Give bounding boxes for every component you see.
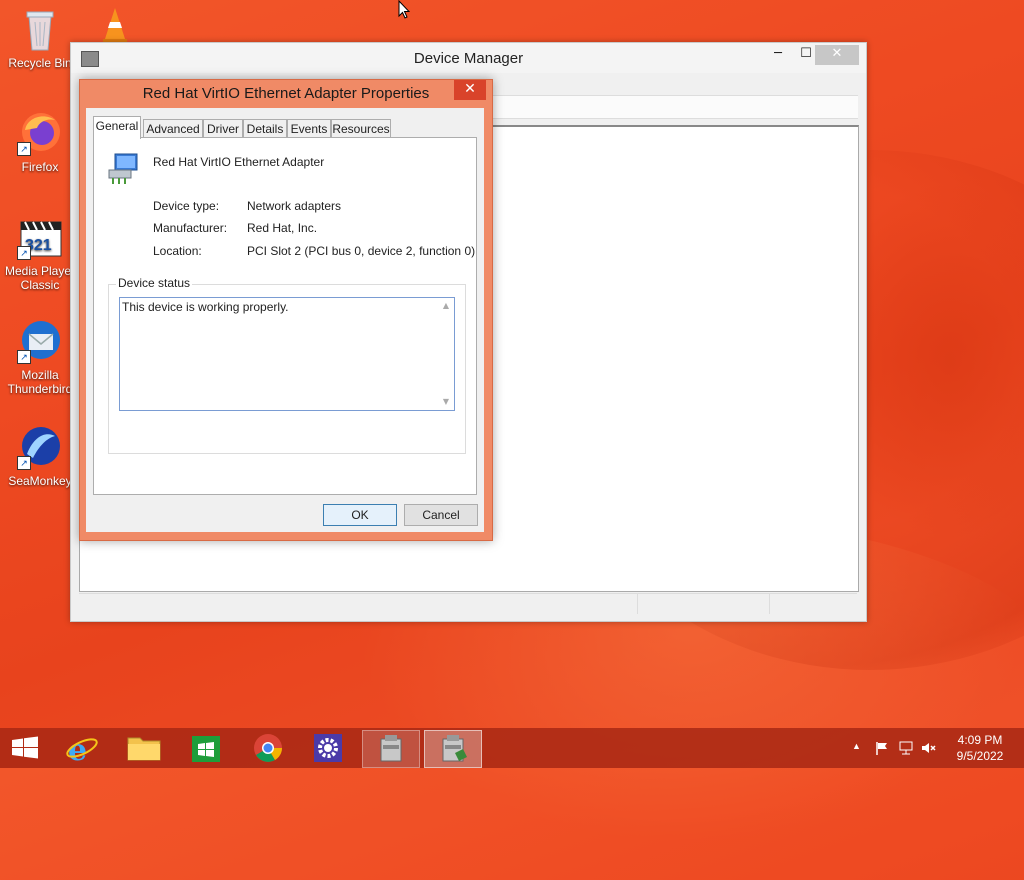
device-type-value: Network adapters bbox=[247, 199, 342, 213]
shortcut-arrow-icon: ↗ bbox=[17, 246, 31, 260]
desktop-icon-seamonkey[interactable]: ↗ SeaMonkey bbox=[4, 424, 76, 488]
shortcut-arrow-icon: ↗ bbox=[17, 456, 31, 470]
clock-time: 4:09 PM bbox=[957, 733, 1003, 747]
media-player-classic-icon: 321 ↗ bbox=[17, 214, 63, 260]
desktop-icon-label: Recycle Bin bbox=[8, 56, 72, 70]
taskbar-chrome[interactable] bbox=[240, 730, 296, 766]
desktop-icon-thunderbird[interactable]: ↗ Mozilla Thunderbird bbox=[4, 318, 76, 396]
taskbar-settings[interactable] bbox=[300, 730, 356, 766]
folder-icon bbox=[127, 737, 161, 761]
desktop-icon-label: Firefox bbox=[21, 160, 59, 174]
tab-resources[interactable]: Resources bbox=[331, 119, 391, 138]
window-title: Device Manager bbox=[413, 50, 524, 67]
manufacturer-value: Red Hat, Inc. bbox=[247, 221, 318, 235]
taskbar-internet-explorer[interactable]: e bbox=[54, 730, 110, 768]
start-button[interactable] bbox=[0, 730, 50, 766]
device-status-textbox[interactable]: This device is working properly. ▲ ▼ bbox=[119, 297, 455, 411]
desktop-icon-media-player-classic[interactable]: 321 ↗ Media Player Classic bbox=[4, 214, 76, 292]
dialog-body: General Advanced Driver Details Events R… bbox=[86, 108, 484, 532]
properties-dialog: Red Hat VirtIO Ethernet Adapter Properti… bbox=[79, 79, 493, 541]
ok-button[interactable]: OK bbox=[323, 504, 397, 526]
clock-date: 9/5/2022 bbox=[956, 749, 1004, 763]
taskbar-device-manager[interactable] bbox=[362, 730, 420, 768]
chrome-icon bbox=[254, 734, 282, 762]
minimize-button[interactable]: ─ bbox=[765, 45, 791, 65]
show-hidden-icons-icon[interactable]: ▲ bbox=[852, 741, 861, 751]
firefox-icon: ↗ bbox=[17, 110, 63, 156]
scroll-down-icon[interactable]: ▼ bbox=[441, 397, 451, 407]
status-bar bbox=[79, 593, 857, 616]
device-name: Red Hat VirtIO Ethernet Adapter bbox=[153, 155, 325, 169]
device-type-label: Device type: bbox=[153, 199, 220, 213]
location-value: PCI Slot 2 (PCI bus 0, device 2, functio… bbox=[247, 244, 476, 258]
tab-events[interactable]: Events bbox=[287, 119, 331, 138]
network-icon[interactable] bbox=[898, 740, 914, 756]
network-adapter-icon bbox=[107, 152, 141, 186]
taskbar-device-manager-properties[interactable] bbox=[424, 730, 482, 768]
location-label: Location: bbox=[153, 244, 202, 258]
taskbar-file-explorer[interactable] bbox=[116, 730, 172, 766]
taskbar: e ▲ 4:09 PM 9/5/2022 bbox=[0, 728, 1024, 768]
mouse-cursor bbox=[398, 0, 410, 19]
manufacturer-label: Manufacturer: bbox=[153, 221, 228, 235]
device-status-label: Device status bbox=[116, 276, 193, 290]
tab-advanced[interactable]: Advanced bbox=[143, 119, 203, 138]
device-manager-titlebar[interactable]: Device Manager ─ ☐ ✕ bbox=[71, 43, 866, 73]
desktop-icon-label: Media Player Classic bbox=[4, 264, 76, 292]
taskbar-store[interactable] bbox=[178, 730, 234, 766]
action-center-flag-icon[interactable] bbox=[874, 740, 890, 756]
tab-details[interactable]: Details bbox=[243, 119, 287, 138]
windows-logo-icon bbox=[12, 736, 38, 759]
cancel-button[interactable]: Cancel bbox=[404, 504, 478, 526]
svg-text:e: e bbox=[68, 733, 87, 766]
desktop-icon-label: Mozilla Thunderbird bbox=[7, 368, 73, 396]
store-icon bbox=[192, 736, 220, 762]
device-manager-icon bbox=[442, 735, 467, 762]
desktop-icon-label: SeaMonkey bbox=[8, 474, 72, 488]
device-status-group: Device status This device is working pro… bbox=[108, 276, 466, 454]
general-tab-panel: Red Hat VirtIO Ethernet Adapter Device t… bbox=[93, 137, 477, 495]
shortcut-arrow-icon: ↗ bbox=[17, 350, 31, 364]
desktop-icon-recycle-bin[interactable]: Recycle Bin bbox=[4, 6, 76, 70]
recycle-bin-icon bbox=[17, 6, 63, 52]
volume-muted-icon[interactable] bbox=[920, 740, 936, 756]
dialog-title: Red Hat VirtIO Ethernet Adapter Properti… bbox=[142, 85, 430, 102]
scroll-up-icon[interactable]: ▲ bbox=[441, 301, 451, 311]
close-button[interactable]: ✕ bbox=[815, 45, 859, 65]
system-tray: ▲ bbox=[848, 728, 938, 768]
desktop-icon-firefox[interactable]: ↗ Firefox bbox=[4, 110, 76, 174]
shortcut-arrow-icon: ↗ bbox=[17, 142, 31, 156]
tab-driver[interactable]: Driver bbox=[203, 119, 243, 138]
tab-general[interactable]: General bbox=[93, 116, 141, 139]
gear-icon bbox=[314, 734, 342, 762]
vlc-icon[interactable] bbox=[100, 6, 130, 44]
dialog-close-button[interactable]: ✕ bbox=[454, 80, 486, 100]
device-status-text: This device is working properly. bbox=[122, 300, 289, 314]
seamonkey-icon: ↗ bbox=[17, 424, 63, 470]
device-manager-icon bbox=[380, 735, 402, 762]
internet-explorer-icon: e bbox=[66, 733, 98, 768]
taskbar-clock[interactable]: 4:09 PM 9/5/2022 bbox=[940, 732, 1020, 764]
thunderbird-icon: ↗ bbox=[17, 318, 63, 364]
